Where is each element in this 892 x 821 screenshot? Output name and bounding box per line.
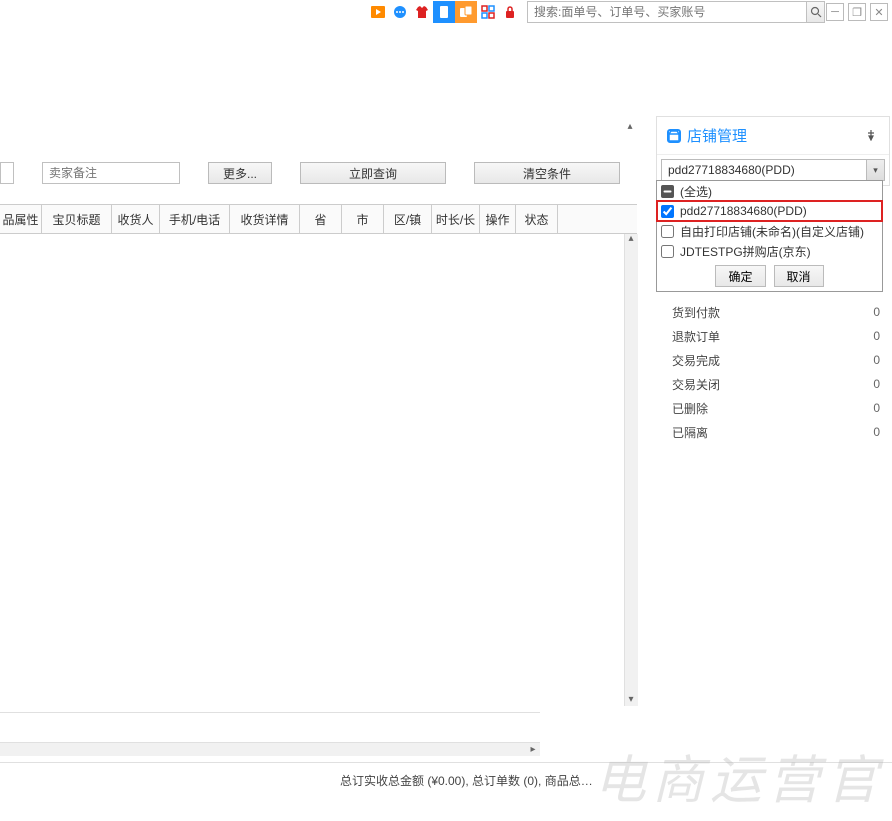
message-icon[interactable] — [389, 1, 411, 23]
shop-opt-1[interactable]: pdd27718834680(PDD) — [657, 201, 882, 221]
stat-closed[interactable]: 交易关闭 0 — [662, 372, 890, 396]
stat-value: 0 — [873, 305, 880, 319]
shop-dropdown-button[interactable]: ▾ — [866, 160, 884, 180]
th-status[interactable]: 状态 — [516, 205, 558, 233]
checkbox-1[interactable] — [661, 205, 674, 218]
shirt-icon[interactable] — [411, 1, 433, 23]
shop-select: ▾ — [661, 159, 885, 181]
footer: 总订实收总金额 (¥0.00), 总订单数 (0), 商品总… — [0, 762, 892, 798]
th-detail[interactable]: 收货详情 — [230, 205, 300, 233]
stat-complete[interactable]: 交易完成 0 — [662, 348, 890, 372]
table-body — [0, 234, 627, 706]
qr-icon[interactable] — [477, 1, 499, 23]
th-attr[interactable]: 品属性 — [0, 205, 42, 233]
th-title[interactable]: 宝贝标题 — [42, 205, 112, 233]
checkbox-3[interactable] — [661, 245, 674, 258]
shop-dropdown-buttons: 确定 取消 — [657, 261, 882, 291]
device-icon[interactable] — [433, 1, 455, 23]
scroll-up-arrow[interactable]: ▴ — [625, 233, 637, 245]
stat-label: 交易关闭 — [672, 376, 720, 393]
top-toolbar: ─ ❐ ✕ — [0, 0, 892, 24]
more-button[interactable]: 更多... — [208, 162, 272, 184]
shop-opt-2[interactable]: 自由打印店铺(未命名)(自定义店铺) — [657, 221, 882, 241]
window-controls: ─ ❐ ✕ — [826, 3, 892, 21]
th-action[interactable]: 操作 — [480, 205, 516, 233]
checkbox-all[interactable] — [661, 185, 674, 198]
shop-icon — [667, 129, 681, 143]
th-recipient[interactable]: 收货人 — [112, 205, 160, 233]
checkbox-2[interactable] — [661, 225, 674, 238]
stats-list: 货到付款 0 退款订单 0 交易完成 0 交易关闭 0 已删除 0 已隔离 0 — [662, 300, 890, 444]
stat-value: 0 — [873, 401, 880, 415]
toolbar-icons — [367, 1, 521, 23]
play-icon[interactable] — [367, 1, 389, 23]
stat-label: 已隔离 — [672, 424, 708, 441]
stat-value: 0 — [873, 425, 880, 439]
shop-opt-all[interactable]: (全选) — [657, 181, 882, 201]
search-input[interactable] — [527, 1, 807, 23]
shop-opt-3-label: JDTESTPG拼购店(京东) — [680, 243, 811, 260]
seller-note-input[interactable] — [42, 162, 180, 184]
scroll-down-arrow[interactable]: ▾ — [625, 694, 637, 706]
table-header: 品属性 宝贝标题 收货人 手机/电话 收货详情 省 市 区/镇 时长/长 操作 … — [0, 204, 637, 234]
shop-confirm-button[interactable]: 确定 — [715, 265, 765, 287]
stat-label: 退款订单 — [672, 328, 720, 345]
stat-value: 0 — [873, 377, 880, 391]
stat-cod[interactable]: 货到付款 0 — [662, 300, 890, 324]
th-city[interactable]: 市 — [342, 205, 384, 233]
scroll-right-arrow[interactable]: ▸ — [527, 744, 539, 756]
minimize-button[interactable]: ─ — [826, 3, 844, 21]
th-district[interactable]: 区/镇 — [384, 205, 432, 233]
stat-deleted[interactable]: 已删除 0 — [662, 396, 890, 420]
stat-isolated[interactable]: 已隔离 0 — [662, 420, 890, 444]
shop-cancel-button[interactable]: 取消 — [774, 265, 824, 287]
stat-label: 已删除 — [672, 400, 708, 417]
scroll-up-icon[interactable]: ▴ — [624, 121, 636, 133]
stat-label: 货到付款 — [672, 304, 720, 321]
shop-select-input[interactable] — [661, 159, 885, 181]
th-phone[interactable]: 手机/电话 — [160, 205, 230, 233]
shop-opt-3[interactable]: JDTESTPG拼购店(京东) — [657, 241, 882, 261]
screens-icon[interactable] — [455, 1, 477, 23]
footer-summary: 总订实收总金额 (¥0.00), 总订单数 (0), 商品总… — [340, 772, 593, 789]
clear-button[interactable]: 清空条件 — [474, 162, 620, 184]
search-button[interactable] — [807, 1, 825, 23]
stat-value: 0 — [873, 353, 880, 367]
query-button[interactable]: 立即查询 — [300, 162, 446, 184]
shop-panel-title: 店铺管理 — [687, 125, 747, 146]
close-button[interactable]: ✕ — [870, 3, 888, 21]
shop-opt-all-label: (全选) — [680, 183, 712, 200]
stat-refund[interactable]: 退款订单 0 — [662, 324, 890, 348]
th-province[interactable]: 省 — [300, 205, 342, 233]
shop-panel: 店铺管理 ▾ — [656, 116, 890, 186]
lock-icon[interactable] — [499, 1, 521, 23]
filter-row: 更多... 立即查询 清空条件 — [0, 160, 642, 186]
vertical-scrollbar[interactable] — [624, 234, 638, 706]
search-wrap — [527, 1, 825, 23]
shop-opt-2-label: 自由打印店铺(未命名)(自定义店铺) — [680, 223, 864, 240]
shop-opt-1-label: pdd27718834680(PDD) — [680, 204, 807, 218]
shop-dropdown: (全选) pdd27718834680(PDD) 自由打印店铺(未命名)(自定义… — [656, 180, 883, 292]
horizontal-scrollbar[interactable] — [0, 742, 540, 756]
restore-button[interactable]: ❐ — [848, 3, 866, 21]
splitter[interactable] — [0, 712, 540, 716]
stat-label: 交易完成 — [672, 352, 720, 369]
pin-icon[interactable] — [865, 129, 879, 143]
shop-panel-header: 店铺管理 — [657, 117, 889, 155]
stat-value: 0 — [873, 329, 880, 343]
th-duration[interactable]: 时长/长 — [432, 205, 480, 233]
filter-input-1[interactable] — [0, 162, 14, 184]
